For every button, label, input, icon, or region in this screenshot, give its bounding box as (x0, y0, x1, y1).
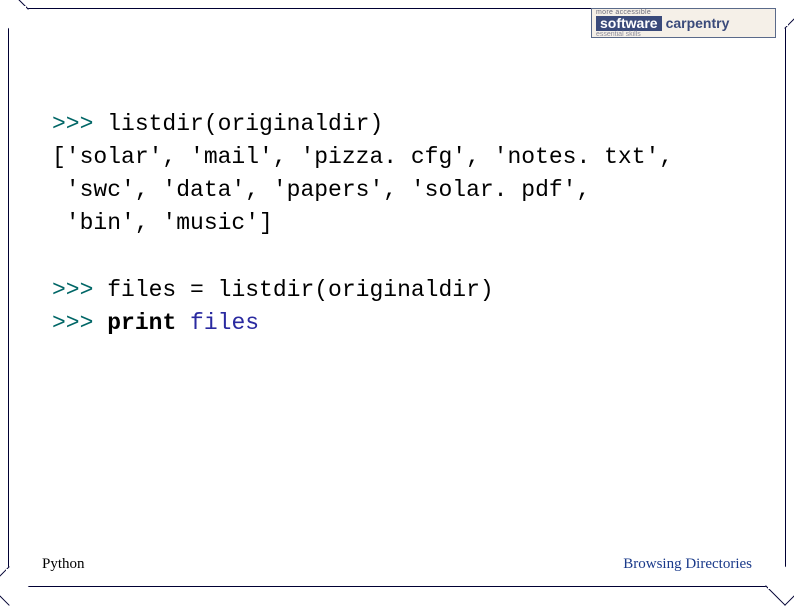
keyword-print: print (107, 310, 176, 336)
output-line-3: 'bin', 'music'] (52, 210, 273, 236)
logo-tagline-bottom: essential skills (596, 31, 771, 38)
code-line-2: files = listdir(originaldir) (93, 277, 493, 303)
output-line-1: ['solar', 'mail', 'pizza. cfg', 'notes. … (52, 144, 673, 170)
code-line-1: listdir(originaldir) (93, 111, 383, 137)
logo-word-carpentry: carpentry (666, 16, 730, 30)
variable-files: files (176, 310, 259, 336)
software-carpentry-logo: more accessible software carpentry essen… (591, 8, 776, 38)
prompt: >>> (52, 111, 93, 137)
output-line-2: 'swc', 'data', 'papers', 'solar. pdf', (52, 177, 590, 203)
prompt: >>> (52, 277, 93, 303)
footer-right: Browsing Directories (623, 556, 752, 573)
logo-word-software: software (596, 16, 662, 31)
footer-left: Python (42, 556, 85, 573)
prompt: >>> (52, 310, 93, 336)
code-block: >>> listdir(originaldir) ['solar', 'mail… (52, 108, 742, 340)
